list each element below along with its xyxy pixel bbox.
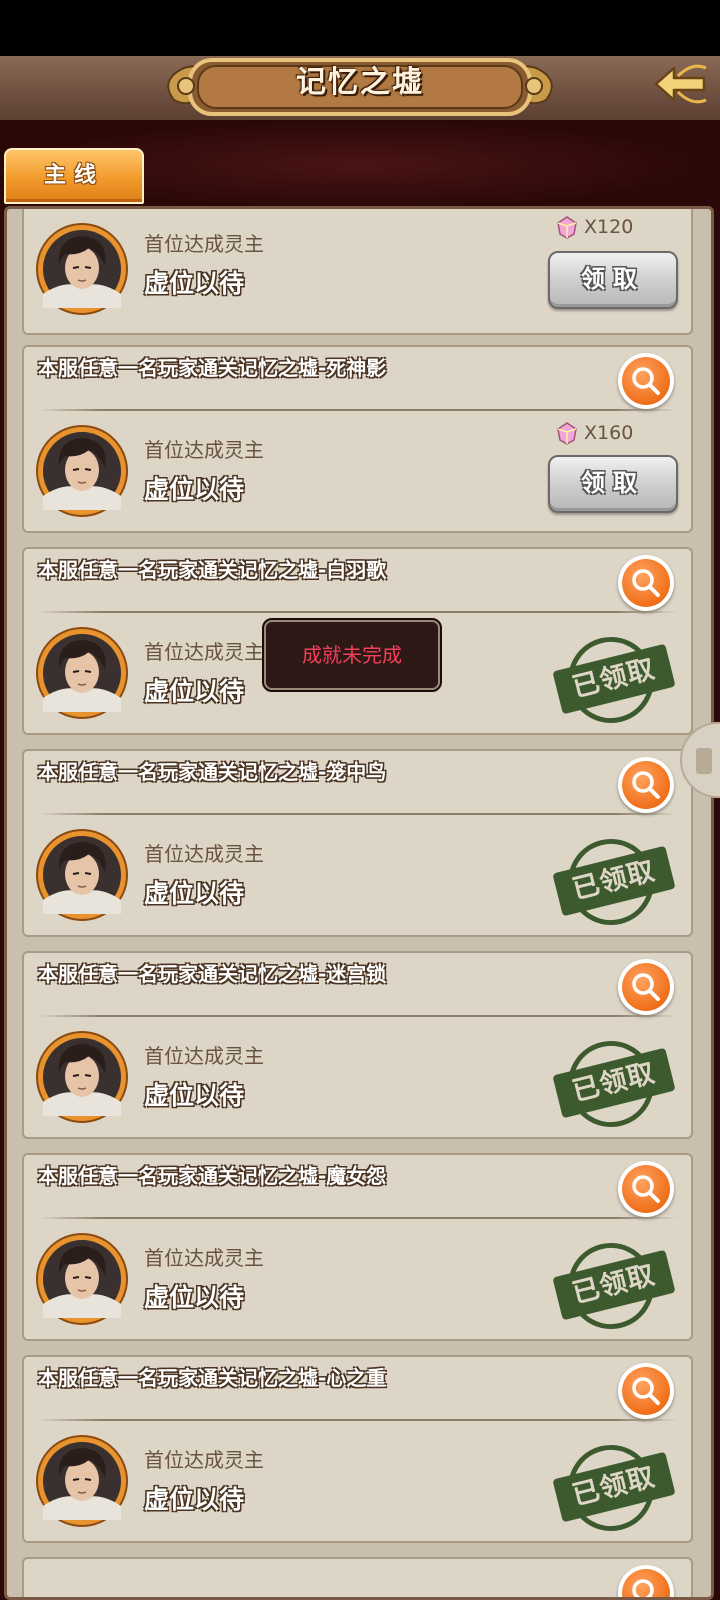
avatar: [38, 1437, 126, 1525]
achievement-holder: 虚位以待: [144, 1485, 245, 1514]
divider: [38, 611, 678, 613]
claimed-stamp: 已领取: [552, 627, 676, 733]
achievement-subtitle: 首位达成灵主: [144, 1044, 264, 1068]
search-button[interactable]: [618, 555, 674, 611]
achievement-holder: 虚位以待: [144, 1283, 245, 1312]
diamond-gem-icon: [557, 422, 577, 445]
achievement-subtitle: 首位达成灵主: [144, 1246, 264, 1270]
list-item: 本服任意一名玩家通关记忆之墟-魔女怨 首位达成灵主 虚位以待 已领取: [22, 1153, 693, 1341]
claimed-stamp: 已领取: [552, 1031, 676, 1137]
claimed-stamp: 已领取: [552, 1233, 676, 1339]
claimed-stamp: 已领取: [552, 829, 676, 935]
achievement-subtitle: 首位达成灵主: [144, 232, 264, 256]
avatar: [38, 629, 126, 717]
tab-main-line[interactable]: 主线: [4, 148, 144, 204]
achievement-title: 本服任意一名玩家通关记忆之墟-笼中鸟: [38, 760, 387, 784]
magnifier-icon: [632, 1579, 654, 1597]
avatar: [38, 1033, 126, 1121]
portrait-icon: [43, 1240, 121, 1318]
list-item: 本服任意一名玩家通关记忆之墟-死神影 首位达成灵主 虚位以待 X160 领取: [22, 345, 693, 533]
status-bar: [0, 0, 720, 56]
achievement-list-panel[interactable]: 首位达成灵主 虚位以待 X120 领取 本服任意一名玩家通关记忆之墟-死神影 首…: [4, 206, 714, 1600]
reward-amount: X160: [557, 419, 633, 447]
diamond-gem-icon: [557, 216, 577, 239]
search-button[interactable]: [618, 1161, 674, 1217]
achievement-holder: 虚位以待: [144, 269, 245, 298]
divider: [38, 1015, 678, 1017]
magnifier-icon: [632, 1175, 660, 1203]
claim-button[interactable]: 领取: [548, 455, 678, 513]
achievement-subtitle: 首位达成灵主: [144, 438, 264, 462]
achievement-title: 本服任意一名玩家通关记忆之墟-心之重: [38, 1366, 387, 1390]
achievement-subtitle: 首位达成灵主: [144, 842, 264, 866]
magnifier-icon: [632, 367, 660, 395]
reward-amount: X120: [557, 213, 633, 241]
title-plaque: 记忆之墟: [160, 52, 560, 122]
magnifier-icon: [632, 1377, 660, 1405]
avatar: [38, 427, 126, 515]
achievement-holder: 虚位以待: [144, 475, 245, 504]
magnifier-icon: [632, 973, 660, 1001]
portrait-icon: [43, 230, 121, 308]
divider: [38, 1217, 678, 1219]
list-item: 首位达成灵主 虚位以待 X120 领取: [22, 209, 693, 335]
search-button[interactable]: [618, 757, 674, 813]
magnifier-icon: [632, 569, 660, 597]
claimed-stamp: 已领取: [552, 1435, 676, 1541]
back-button[interactable]: [648, 56, 712, 120]
portrait-icon: [43, 836, 121, 914]
achievement-title: 本服任意一名玩家通关记忆之墟-魔女怨: [38, 1164, 387, 1188]
magnifier-icon: [632, 771, 660, 799]
list-item: 本服任意一名玩家通关记忆之墟-笼中鸟 首位达成灵主 虚位以待 已领取: [22, 749, 693, 937]
list-item: 本服任意一名玩家通关记忆之墟-心之重 首位达成灵主 虚位以待 已领取: [22, 1355, 693, 1543]
divider: [38, 1419, 678, 1421]
page-title: 记忆之墟: [296, 65, 424, 100]
portrait-icon: [43, 1038, 121, 1116]
achievement-holder: 虚位以待: [144, 1081, 245, 1110]
search-button[interactable]: [618, 959, 674, 1015]
toast-message: 成就未完成: [262, 618, 442, 692]
portrait-icon: [43, 1442, 121, 1520]
achievement-subtitle: 首位达成灵主: [144, 1448, 264, 1472]
list-item: 本服任意一名玩家通关记忆之墟-迷宫锁 首位达成灵主 虚位以待 已领取: [22, 951, 693, 1139]
achievement-subtitle: 首位达成灵主: [144, 640, 264, 664]
achievement-title: 本服任意一名玩家通关记忆之墟-迷宫锁: [38, 962, 387, 986]
list-item: [22, 1557, 693, 1597]
portrait-icon: [43, 634, 121, 712]
claim-button[interactable]: 领取: [548, 251, 678, 309]
divider: [38, 813, 678, 815]
achievement-holder: 虚位以待: [144, 879, 245, 908]
avatar: [38, 1235, 126, 1323]
divider: [38, 409, 678, 411]
achievement-holder: 虚位以待: [144, 677, 245, 706]
search-button[interactable]: [618, 353, 674, 409]
avatar: [38, 831, 126, 919]
portrait-icon: [43, 432, 121, 510]
achievement-title: 本服任意一名玩家通关记忆之墟-白羽歌: [38, 558, 387, 582]
achievement-title: 本服任意一名玩家通关记忆之墟-死神影: [38, 356, 387, 380]
avatar: [38, 225, 126, 313]
tab-label: 主线: [43, 163, 104, 188]
search-button[interactable]: [618, 1363, 674, 1419]
back-arrow-icon: [654, 64, 707, 104]
search-button[interactable]: [618, 1565, 674, 1597]
